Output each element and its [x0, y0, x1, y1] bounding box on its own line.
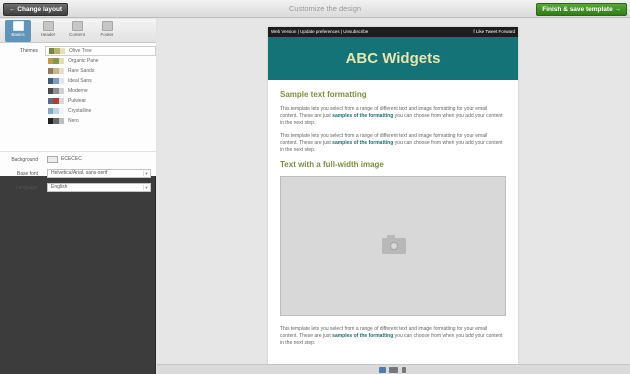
divider — [0, 151, 156, 152]
preheader-links[interactable]: Web Version | Update preferences | Unsub… — [271, 29, 368, 34]
chevron-down-icon: ▼ — [143, 185, 149, 190]
theme-swatch — [49, 48, 65, 54]
content-icon — [71, 21, 83, 31]
base-font-select[interactable]: Helvetica/Arial, sans-serif ▼ — [47, 169, 151, 178]
page-title: Customize the design — [288, 4, 362, 13]
camera-icon — [382, 235, 406, 254]
section-heading[interactable]: Text with a full-width image — [280, 160, 506, 169]
theme-name: Crystalline — [68, 108, 92, 114]
desktop-view-icon[interactable] — [379, 367, 386, 373]
language-select[interactable]: English ▼ — [47, 183, 151, 192]
background-color-value[interactable]: ECECEC — [61, 156, 82, 162]
design-sidebar: Basics Header Content Footer Themes Oliv… — [0, 19, 156, 374]
header-icon — [42, 21, 54, 31]
background-color-swatch[interactable] — [47, 156, 58, 163]
email-header-banner[interactable]: ABC Widgets — [268, 37, 518, 80]
theme-name: Nero — [68, 118, 79, 124]
tab-content[interactable]: Content — [64, 20, 90, 42]
body-paragraph[interactable]: This template lets you select from a ran… — [280, 133, 506, 154]
tab-header[interactable]: Header — [35, 20, 61, 42]
theme-option[interactable]: Pulwear — [45, 96, 156, 106]
theme-name: Moderne — [68, 88, 88, 94]
footer-icon — [101, 21, 113, 31]
preheader-bar: Web Version | Update preferences | Unsub… — [268, 27, 518, 37]
theme-swatch — [48, 78, 64, 84]
theme-list: Olive Tree Organic Pane Rare Sands Ideal Sa… — [45, 46, 156, 126]
finish-save-template-button[interactable]: Finish & save template → — [536, 3, 627, 16]
tab-footer[interactable]: Footer — [94, 20, 120, 42]
body-paragraph[interactable]: This template lets you select from a ran… — [280, 326, 506, 347]
image-placeholder[interactable] — [280, 176, 506, 316]
preview-device-bar — [157, 364, 630, 374]
tools-icon — [12, 21, 24, 31]
tab-label: Content — [69, 32, 85, 37]
tablet-view-icon[interactable] — [389, 367, 398, 373]
theme-swatch — [48, 58, 64, 64]
banner-title: ABC Widgets — [345, 50, 441, 67]
theme-swatch — [48, 108, 64, 114]
top-bar: ← Change layout Customize the design Fin… — [0, 0, 630, 18]
tab-basics[interactable]: Basics — [5, 20, 31, 42]
settings-panel: Basics Header Content Footer Themes Oliv… — [0, 19, 156, 176]
theme-option[interactable]: Rare Sands — [45, 66, 156, 76]
theme-option[interactable]: Ideal Sans — [45, 76, 156, 86]
preview-canvas: Web Version | Update preferences | Unsub… — [157, 19, 630, 364]
design-tabs: Basics Header Content Footer — [0, 19, 156, 43]
theme-swatch — [48, 98, 64, 104]
theme-swatch — [48, 68, 64, 74]
theme-option[interactable]: Crystalline — [45, 106, 156, 116]
mobile-view-icon[interactable] — [402, 367, 406, 373]
background-label: Background — [11, 157, 38, 163]
theme-name: Pulwear — [68, 98, 87, 104]
change-layout-button[interactable]: ← Change layout — [3, 3, 69, 16]
theme-option[interactable]: Nero — [45, 116, 156, 126]
tab-label: Footer — [100, 32, 114, 37]
theme-option[interactable]: Moderne — [45, 86, 156, 96]
tab-label: Basics — [11, 32, 25, 37]
email-preview: Web Version | Update preferences | Unsub… — [268, 27, 518, 364]
body-paragraph[interactable]: This template lets you select from a ran… — [280, 106, 506, 127]
theme-option[interactable]: Olive Tree — [45, 46, 156, 56]
theme-swatch — [48, 88, 64, 94]
language-value: English — [51, 184, 68, 190]
social-links[interactable]: f Like Tweet Forward — [473, 29, 515, 34]
theme-name: Organic Pane — [68, 58, 99, 64]
tab-label: Header — [40, 32, 56, 37]
chevron-down-icon: ▼ — [143, 171, 149, 176]
email-body: Sample text formatting This template let… — [280, 90, 506, 353]
theme-name: Olive Tree — [69, 48, 92, 54]
theme-name: Rare Sands — [68, 68, 95, 74]
base-font-value: Helvetica/Arial, sans-serif — [51, 170, 108, 176]
themes-label: Themes — [19, 48, 38, 54]
theme-swatch — [48, 118, 64, 124]
theme-name: Ideal Sans — [68, 78, 92, 84]
section-heading[interactable]: Sample text formatting — [280, 90, 506, 99]
theme-option[interactable]: Organic Pane — [45, 56, 156, 66]
language-label: Language — [15, 185, 38, 191]
base-font-label: Base font — [16, 171, 38, 177]
